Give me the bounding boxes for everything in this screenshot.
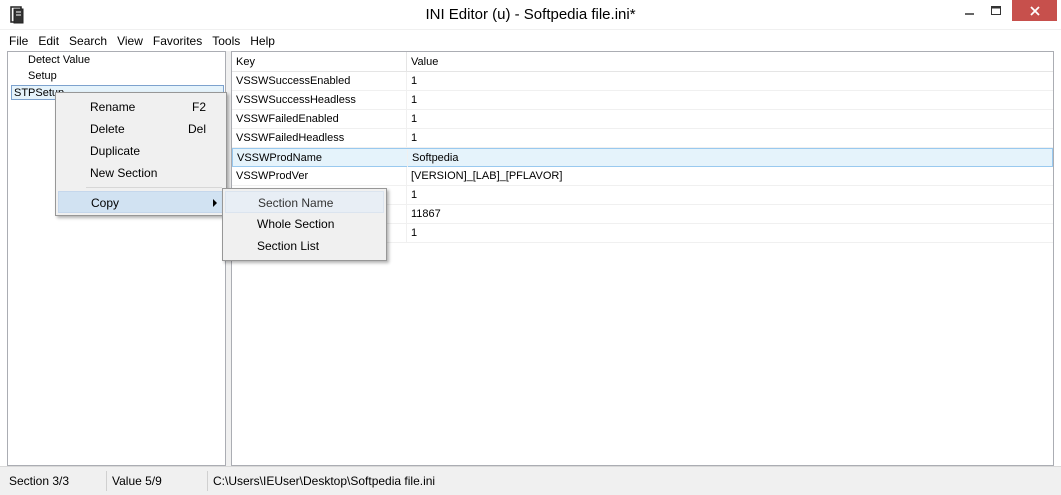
cell-key: VSSWFailedEnabled	[232, 110, 407, 128]
cell-key: VSSWProdName	[233, 149, 408, 167]
menu-file[interactable]: File	[9, 34, 28, 48]
close-button[interactable]	[1012, 0, 1057, 21]
title-bar: INI Editor (u) - Softpedia file.ini*	[0, 0, 1061, 30]
status-section: Section 3/3	[5, 471, 107, 491]
table-row[interactable]: VSSWSuccessHeadless 1	[232, 91, 1053, 110]
tree-item-setup[interactable]: Setup	[28, 69, 57, 84]
menu-item-label: Delete	[90, 122, 125, 136]
minimize-icon	[965, 12, 974, 15]
cell-value: [VERSION]_[LAB]_[PFLAVOR]	[411, 170, 563, 182]
maximize-button[interactable]	[983, 0, 1009, 21]
column-header-key[interactable]: Key	[232, 52, 407, 72]
cell-value: Softpedia	[412, 152, 459, 164]
cell-value: 1	[411, 113, 418, 125]
table-row[interactable]: VSSWSuccessEnabled 1	[232, 72, 1053, 91]
submenu-item-section-list[interactable]: Section List	[225, 235, 384, 257]
menu-item-label: New Section	[90, 166, 158, 180]
menu-search[interactable]: Search	[69, 34, 107, 48]
menu-separator	[86, 187, 222, 188]
copy-submenu: Section Name Whole Section Section List	[222, 188, 387, 261]
menu-item-delete[interactable]: Delete Del	[58, 118, 224, 140]
context-menu: Rename F2 Delete Del Duplicate New Secti…	[55, 92, 227, 216]
tree-item-detect-value[interactable]: Detect Value	[28, 53, 90, 68]
menu-item-label: Copy	[91, 196, 120, 210]
menu-bar: File Edit Search View Favorites Tools He…	[0, 30, 1061, 51]
cell-key: VSSWProdVer	[232, 167, 407, 185]
menu-item-label: Rename	[90, 100, 136, 114]
menu-view[interactable]: View	[117, 34, 143, 48]
menu-edit[interactable]: Edit	[38, 34, 59, 48]
menu-tools[interactable]: Tools	[212, 34, 240, 48]
close-icon	[1029, 5, 1040, 16]
table-row[interactable]: VSSWFailedEnabled 1	[232, 110, 1053, 129]
cell-key: VSSWSuccessEnabled	[232, 72, 407, 90]
table-row[interactable]: VSSWFailedHeadless 1	[232, 129, 1053, 148]
menu-help[interactable]: Help	[250, 34, 275, 48]
status-value: Value 5/9	[108, 471, 208, 491]
status-path: C:\Users\IEUser\Desktop\Softpedia file.i…	[213, 474, 436, 488]
submenu-item-whole-section[interactable]: Whole Section	[225, 213, 384, 235]
menu-item-copy[interactable]: Copy	[58, 191, 224, 213]
table-header: Key Value	[232, 52, 1053, 72]
menu-item-duplicate[interactable]: Duplicate	[58, 140, 224, 162]
menu-item-shortcut: F2	[191, 100, 206, 114]
table-row-selected[interactable]: VSSWProdName Softpedia	[232, 148, 1053, 167]
cell-value: 1	[411, 189, 418, 201]
minimize-button[interactable]	[957, 0, 983, 21]
maximize-icon	[991, 5, 1001, 15]
column-header-value[interactable]: Value	[407, 52, 1053, 72]
cell-value: 11867	[411, 208, 441, 220]
menu-item-rename[interactable]: Rename F2	[58, 96, 224, 118]
submenu-arrow-icon	[213, 199, 217, 207]
menu-item-shortcut: Del	[187, 122, 206, 136]
menu-item-new-section[interactable]: New Section	[58, 162, 224, 184]
cell-value: 1	[411, 94, 418, 106]
submenu-item-section-name[interactable]: Section Name	[225, 191, 384, 213]
cell-value: 1	[411, 132, 418, 144]
cell-value: 1	[411, 227, 418, 239]
cell-key: VSSWSuccessHeadless	[232, 91, 407, 109]
status-bar: Section 3/3 Value 5/9 C:\Users\IEUser\De…	[0, 466, 1061, 495]
menu-favorites[interactable]: Favorites	[153, 34, 202, 48]
table-row[interactable]: VSSWProdVer [VERSION]_[LAB]_[PFLAVOR]	[232, 167, 1053, 186]
cell-key: VSSWFailedHeadless	[232, 129, 407, 147]
menu-item-label: Duplicate	[90, 144, 141, 158]
cell-value: 1	[411, 75, 418, 87]
window-title: INI Editor (u) - Softpedia file.ini*	[425, 6, 636, 23]
